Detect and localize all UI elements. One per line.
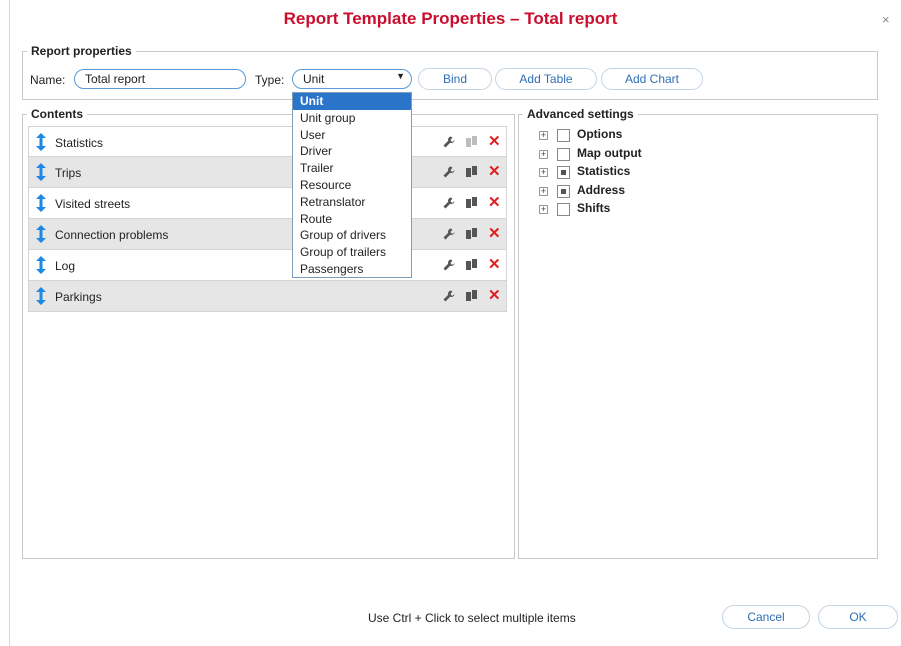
content-row-label: Trips [55, 166, 82, 180]
copy-icon[interactable] [465, 258, 479, 272]
dialog-title: Report Template Properties – Total repor… [283, 9, 618, 28]
content-row[interactable]: Visited streets ✕ [28, 188, 507, 219]
dropdown-option[interactable]: Group of drivers [293, 227, 411, 244]
delete-icon[interactable]: ✕ [488, 286, 501, 304]
delete-icon[interactable]: ✕ [488, 255, 501, 273]
drag-arrow-icon[interactable] [36, 256, 46, 274]
tree-node-label: Statistics [577, 164, 631, 178]
tree-checkbox[interactable] [557, 129, 570, 142]
drag-arrow-icon[interactable] [36, 225, 46, 243]
tree-checkbox[interactable] [557, 147, 570, 161]
wrench-icon[interactable] [442, 289, 456, 303]
delete-icon[interactable]: ✕ [488, 193, 501, 211]
multi-select-hint: Use Ctrl + Click to select multiple item… [368, 611, 576, 625]
delete-icon[interactable]: ✕ [488, 162, 501, 180]
close-icon[interactable]: × [882, 12, 890, 27]
type-label: Type: [255, 73, 285, 87]
content-row[interactable]: Connection problems ✕ [28, 219, 507, 250]
wrench-icon[interactable] [442, 258, 456, 272]
dropdown-option[interactable]: Driver [293, 143, 411, 160]
dialog-left-border [9, 0, 10, 646]
drag-arrow-icon[interactable] [36, 287, 46, 305]
wrench-icon[interactable] [442, 196, 456, 210]
content-row[interactable]: Parkings ✕ [28, 281, 507, 312]
expand-plus-icon[interactable]: + [539, 168, 548, 177]
advanced-settings-legend: Advanced settings [527, 107, 634, 121]
type-dropdown-list: Unit Unit group User Driver Trailer Resource R… [292, 92, 412, 278]
drag-arrow-icon[interactable] [36, 194, 46, 212]
tree-checkbox[interactable] [557, 184, 570, 198]
content-row[interactable]: Log ✕ [28, 250, 507, 281]
type-select-value: Unit [303, 72, 325, 86]
ok-button[interactable]: OK [818, 605, 898, 629]
content-row-label: Statistics [55, 136, 104, 150]
content-row-label: Log [55, 259, 76, 273]
dropdown-option[interactable]: User [293, 127, 411, 144]
content-row-label: Parkings [55, 290, 102, 304]
delete-icon[interactable]: ✕ [488, 132, 501, 150]
wrench-icon[interactable] [442, 165, 456, 179]
copy-icon[interactable] [465, 289, 479, 303]
name-input[interactable] [74, 69, 246, 89]
bind-button[interactable]: Bind [418, 68, 492, 90]
chevron-down-icon: ▼ [396, 71, 405, 81]
content-row[interactable]: Statistics ✕ [28, 126, 507, 157]
add-chart-button[interactable]: Add Chart [601, 68, 703, 90]
expand-plus-icon[interactable]: + [539, 205, 548, 214]
copy-icon [465, 135, 479, 149]
wrench-icon[interactable] [442, 135, 456, 149]
report-properties-legend: Report properties [31, 44, 132, 58]
contents-legend: Contents [31, 107, 83, 121]
contents-list: Statistics ✕ Trips ✕ Visited streets ✕ Connect… [28, 126, 507, 312]
dropdown-option[interactable]: Passengers [293, 261, 411, 278]
delete-icon[interactable]: ✕ [488, 224, 501, 242]
wrench-icon[interactable] [442, 227, 456, 241]
copy-icon[interactable] [465, 196, 479, 210]
dropdown-option[interactable]: Resource [293, 177, 411, 194]
copy-icon[interactable] [465, 165, 479, 179]
content-row-label: Connection problems [55, 228, 169, 242]
advanced-settings-group: Advanced settings [518, 107, 878, 559]
expand-plus-icon[interactable]: + [539, 186, 548, 196]
copy-icon[interactable] [465, 227, 479, 241]
expand-plus-icon[interactable]: + [539, 131, 548, 140]
expand-plus-icon[interactable]: + [539, 149, 548, 159]
type-select[interactable]: Unit ▼ [292, 69, 412, 89]
dropdown-option[interactable]: Unit group [293, 110, 411, 127]
tree-node-label: Address [577, 182, 626, 197]
dropdown-option[interactable]: Trailer [293, 160, 411, 177]
add-table-button[interactable]: Add Table [495, 68, 597, 90]
content-row[interactable]: Trips ✕ [28, 157, 507, 188]
dropdown-option[interactable]: Route [293, 211, 411, 228]
content-row-label: Visited streets [55, 197, 131, 211]
name-label: Name: [30, 73, 66, 87]
dropdown-option[interactable]: Group of trailers [293, 244, 411, 261]
tree-node-label: Map output [577, 145, 642, 160]
tree-checkbox[interactable] [557, 166, 570, 179]
drag-arrow-icon[interactable] [36, 163, 46, 181]
dropdown-option[interactable]: Unit [293, 93, 411, 110]
drag-arrow-icon[interactable] [36, 133, 46, 151]
tree-node-label: Shifts [577, 201, 611, 215]
tree-checkbox[interactable] [557, 203, 570, 216]
cancel-button[interactable]: Cancel [722, 605, 810, 629]
tree-node-label: Options [577, 127, 623, 141]
dropdown-option[interactable]: Retranslator [293, 194, 411, 211]
